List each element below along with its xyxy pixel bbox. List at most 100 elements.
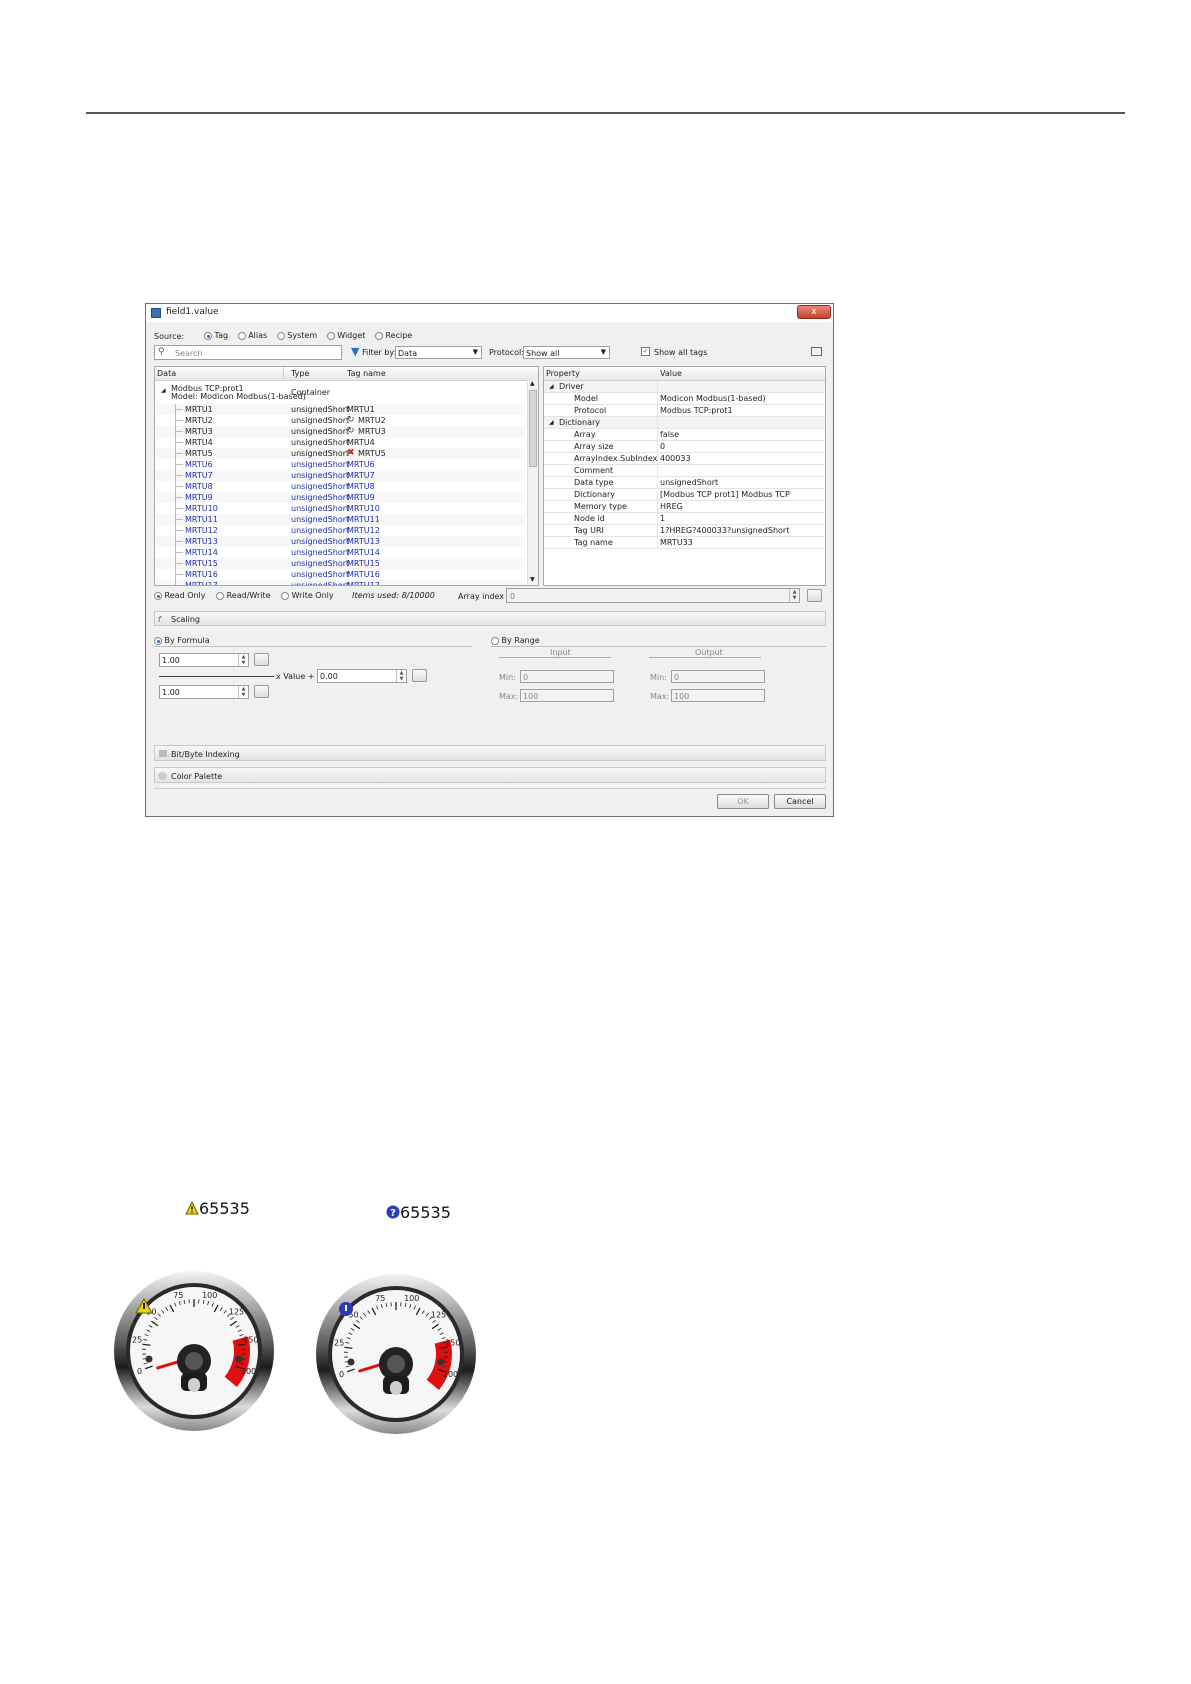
scroll-thumb[interactable] <box>529 390 537 467</box>
table-row[interactable]: MRTU9 unsignedShort MRTU9 <box>155 492 525 503</box>
page-mark <box>1113 2 1125 20</box>
source-radio-alias[interactable] <box>237 331 246 340</box>
spinner-arrows-icon[interactable]: ▲ ▼ <box>238 686 248 698</box>
tag-picker-icon[interactable] <box>412 669 427 682</box>
tree-connector <box>175 442 183 443</box>
table-row[interactable]: MRTU11 unsignedShort MRTU11 <box>155 514 525 525</box>
row-type: unsignedShort <box>291 570 350 579</box>
source-radio-widget[interactable] <box>326 331 335 340</box>
scale-label: 150 <box>445 1339 460 1348</box>
tag-picker-icon[interactable] <box>807 589 822 602</box>
row-data: MRTU12 <box>185 526 218 535</box>
formula-divisor-value: 1.00 <box>162 688 180 697</box>
color-palette-label: Color Palette <box>171 772 223 781</box>
row-type: unsignedShort <box>291 559 350 568</box>
table-row[interactable]: MRTU17 unsignedShort MRTU17 <box>155 580 525 586</box>
source-radio-recipe[interactable] <box>374 331 383 340</box>
by-range-radio[interactable] <box>491 636 499 645</box>
property-row[interactable]: Memory type HREG <box>544 501 825 513</box>
property-row[interactable]: Tag URI 1?HREG?400033?unsignedShort <box>544 525 825 537</box>
tag-picker-icon[interactable] <box>254 653 269 666</box>
column-data[interactable]: Data <box>157 369 176 378</box>
table-row[interactable]: MRTU1 unsignedShort MRTU1 <box>155 404 525 415</box>
tag-list-scrollbar[interactable]: ▲ ▼ <box>527 380 538 585</box>
write-only-radio[interactable] <box>281 591 290 600</box>
property-row[interactable]: Comment <box>544 465 825 477</box>
collapse-icon[interactable]: ◢ <box>549 381 554 392</box>
table-row[interactable]: MRTU15 unsignedShort MRTU15 <box>155 558 525 569</box>
by-formula-option[interactable]: By Formula <box>154 636 210 645</box>
red-x-icon: ✖ <box>347 448 355 458</box>
property-row[interactable]: Dictionary [Modbus TCP prot1] Modbus TCP <box>544 489 825 501</box>
property-row[interactable]: Node id 1 <box>544 513 825 525</box>
scaling-section-header[interactable]: f Scaling <box>154 611 826 626</box>
property-row[interactable]: Tag name MRTU33 <box>544 537 825 549</box>
formula-multiplier-input[interactable]: 1.00 ▲ ▼ <box>159 653 249 667</box>
offset-input[interactable]: 0.00 ▲ ▼ <box>317 669 407 683</box>
source-radio-system[interactable] <box>276 331 285 340</box>
read-write-radio[interactable] <box>216 591 225 600</box>
ok-button[interactable]: OK <box>717 794 769 809</box>
table-row[interactable]: MRTU5 unsignedShort ✖ MRTU5 <box>155 448 525 459</box>
table-row[interactable]: MRTU6 unsignedShort MRTU6 <box>155 459 525 470</box>
value-text: 65535 <box>199 1199 250 1218</box>
output-min-field[interactable]: 0 <box>671 670 765 683</box>
row-type: unsignedShort <box>291 537 350 546</box>
input-max-field[interactable]: 100 <box>520 689 614 702</box>
tree-connector <box>175 585 183 586</box>
property-row[interactable]: Protocol Modbus TCP:prot1 <box>544 405 825 417</box>
table-row[interactable]: MRTU14 unsignedShort MRTU14 <box>155 547 525 558</box>
property-row[interactable]: ArrayIndex.SubIndex 400033 <box>544 453 825 465</box>
table-row[interactable]: MRTU16 unsignedShort MRTU16 <box>155 569 525 580</box>
table-row[interactable]: MRTU13 unsignedShort MRTU13 <box>155 536 525 547</box>
by-formula-radio[interactable] <box>154 636 162 645</box>
table-row[interactable]: MRTU2 unsignedShort ↻ MRTU2 <box>155 415 525 426</box>
table-row[interactable]: MRTU7 unsignedShort MRTU7 <box>155 470 525 481</box>
tree-connector <box>175 431 183 432</box>
filter-select[interactable]: Data ▼ <box>395 346 482 359</box>
fraction-bar <box>159 676 274 677</box>
property-row[interactable]: Data type unsignedShort <box>544 477 825 489</box>
property-group[interactable]: ◢ Dictionary <box>544 417 825 429</box>
access-mode-options: Read Only Read/Write Write Only Items us… <box>154 591 435 600</box>
row-data: MRTU6 <box>185 460 213 469</box>
column-divider <box>657 537 658 549</box>
scroll-down-icon[interactable]: ▼ <box>530 576 535 583</box>
cancel-button[interactable]: Cancel <box>774 794 826 809</box>
spinner-arrows-icon[interactable]: ▲ ▼ <box>238 654 248 666</box>
read-only-radio[interactable] <box>154 591 162 600</box>
color-palette-section[interactable]: Color Palette <box>154 767 826 783</box>
by-range-option[interactable]: By Range <box>491 636 540 645</box>
property-row[interactable]: Array size 0 <box>544 441 825 453</box>
property-value: HREG <box>660 502 683 511</box>
spinner-arrows-icon[interactable]: ▲ ▼ <box>789 589 799 602</box>
search-placeholder: Search <box>175 349 203 358</box>
array-index-input[interactable]: 0 ▲ ▼ <box>506 588 800 603</box>
formula-divisor-input[interactable]: 1.00 ▲ ▼ <box>159 685 249 699</box>
property-row[interactable]: Array false <box>544 429 825 441</box>
array-index-label: Array index <box>458 592 504 601</box>
close-button[interactable]: x <box>797 305 831 319</box>
table-row[interactable]: MRTU10 unsignedShort MRTU10 <box>155 503 525 514</box>
search-input[interactable]: ⚲ Search <box>154 345 342 360</box>
collapse-icon[interactable]: ◢ <box>549 417 554 428</box>
input-min-field[interactable]: 0 <box>520 670 614 683</box>
tag-picker-icon[interactable] <box>254 685 269 698</box>
column-tag-name[interactable]: Tag name <box>347 369 386 378</box>
property-group[interactable]: ◢ Driver <box>544 381 825 393</box>
bit-byte-indexing-section[interactable]: Bit/Byte Indexing <box>154 745 826 761</box>
table-row[interactable]: MRTU12 unsignedShort MRTU12 <box>155 525 525 536</box>
source-radio-tag[interactable] <box>204 331 212 340</box>
table-row[interactable]: MRTU3 unsignedShort ↻ MRTU3 <box>155 426 525 437</box>
table-row[interactable]: MRTU8 unsignedShort MRTU8 <box>155 481 525 492</box>
scroll-up-icon[interactable]: ▲ <box>530 380 535 387</box>
protocol-select[interactable]: Show all ▼ <box>523 346 610 359</box>
output-max-field[interactable]: 100 <box>671 689 765 702</box>
property-row[interactable]: Model Modicon Modbus(1-based) <box>544 393 825 405</box>
show-all-tags-checkbox[interactable]: ✓ <box>641 347 650 356</box>
table-row[interactable]: MRTU4 unsignedShort MRTU4 <box>155 437 525 448</box>
spinner-arrows-icon[interactable]: ▲ ▼ <box>396 670 406 682</box>
layout-toggle-icon[interactable] <box>811 347 822 356</box>
column-type[interactable]: Type <box>291 369 309 378</box>
warning-icon <box>185 1200 199 1215</box>
